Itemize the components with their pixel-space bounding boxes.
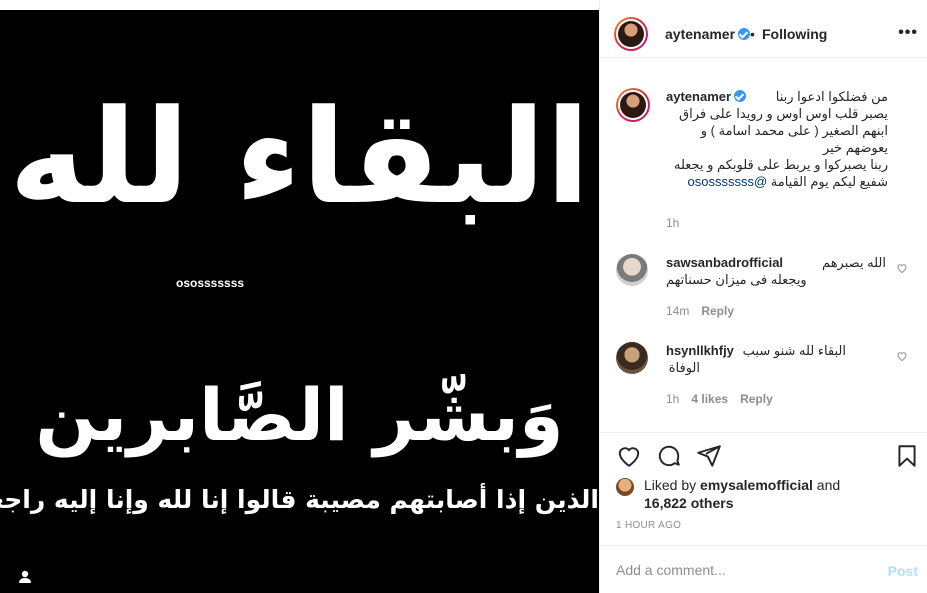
comment-text: hsynllkhfjy البقاء لله شنو سبب الوفاة (666, 342, 886, 376)
person-icon[interactable] (12, 564, 38, 590)
add-comment-bar: Post (600, 545, 927, 593)
likes-text: Liked by emysalemofficial and 16,822 othe… (644, 476, 914, 512)
heart-icon[interactable] (616, 443, 642, 469)
caption-avatar[interactable] (616, 88, 650, 122)
comment-time: 1h (666, 392, 680, 406)
post-side-panel: aytenamer • Following ••• aytenamer من ف… (599, 0, 927, 593)
verified-badge-icon (738, 28, 751, 40)
heart-icon[interactable] (896, 262, 908, 274)
likes-others[interactable]: 16,822 others (644, 495, 734, 511)
comment-time: 14m (666, 304, 690, 318)
caption-line-2: يصبر قلب اوس اوس و رويدا على فراق (679, 106, 888, 121)
comment-text: sawsanbadrofficial الله يصبرهم ويجعله فى… (666, 254, 886, 288)
reply-button[interactable]: Reply (701, 304, 734, 318)
comment-likes[interactable]: 4 likes (691, 392, 728, 406)
separator-dot: • (750, 26, 755, 42)
caption-text: aytenamer من فضلكوا ادعوا ربنا يصبر قلب … (666, 88, 888, 190)
image-text-line-1: البقاء لله (8, 81, 591, 233)
caption-line-5: ربنا يصبركوا و يربط على قلوبكم و يجعله (673, 157, 888, 172)
post-header: aytenamer • Following ••• (600, 10, 927, 58)
caption-mention[interactable]: @ososssssss (687, 174, 767, 189)
caption: aytenamer من فضلكوا ادعوا ربنا يصبر قلب … (616, 88, 916, 238)
share-icon[interactable] (696, 443, 722, 469)
comments-section: aytenamer من فضلكوا ادعوا ربنا يصبر قلب … (600, 58, 927, 432)
image-text-line-3: الذين إذا أصابتهم مصيبة قالوا إنا لله وإ… (0, 485, 599, 514)
instagram-post-view: البقاء لله ososssssss وَبشّر الصَّابرين … (0, 0, 927, 593)
header-username[interactable]: aytenamer (665, 26, 751, 42)
comment-meta: 1h 4 likes Reply (666, 392, 773, 406)
list-item: sawsanbadrofficial الله يصبرهم ويجعله فى… (616, 254, 916, 324)
following-button[interactable]: Following (762, 26, 827, 42)
avatar[interactable] (616, 254, 648, 286)
caption-username[interactable]: aytenamer (666, 88, 731, 105)
avatar[interactable] (614, 17, 648, 51)
posted-time[interactable]: 1 HOUR AGO (616, 520, 681, 531)
heart-icon[interactable] (896, 350, 908, 362)
list-item: hsynllkhfjy البقاء لله شنو سبب الوفاة 1h… (616, 342, 916, 412)
username-text[interactable]: aytenamer (665, 26, 735, 42)
more-icon[interactable]: ••• (898, 24, 918, 42)
caption-line-1: من فضلكوا ادعوا ربنا (775, 89, 888, 104)
comment-icon[interactable] (656, 443, 682, 469)
likes-and: and (816, 477, 841, 493)
bookmark-icon[interactable] (894, 443, 920, 469)
comment-line-1: البقاء لله شنو سبب (742, 343, 846, 358)
tagged-user-label[interactable]: ososssssss (168, 270, 253, 296)
verified-badge-icon (734, 90, 747, 102)
avatar[interactable] (616, 342, 648, 374)
comment-line-2: ويجعله فى ميزان حسناتهم (666, 272, 807, 287)
comment-username[interactable]: hsynllkhfjy (666, 342, 734, 359)
comment-input[interactable] (616, 562, 856, 578)
comment-line-2: الوفاة (668, 360, 700, 375)
caption-line-4: يعوضهم خير (822, 140, 888, 155)
post-image[interactable]: البقاء لله ososssssss وَبشّر الصَّابرين … (0, 10, 599, 593)
caption-time: 1h (666, 216, 680, 230)
reply-button[interactable]: Reply (740, 392, 773, 406)
likes-prefix: Liked by (644, 477, 697, 493)
caption-line-6: شفيع ليكم يوم القيامة (770, 174, 888, 189)
caption-line-6-wrap: شفيع ليكم يوم القيامة @ososssssss (666, 173, 888, 190)
comment-meta: 14m Reply (666, 304, 734, 318)
comment-line-1: الله يصبرهم (822, 255, 886, 270)
image-text-line-2: وَبشّر الصَّابرين (35, 373, 564, 457)
comment-username[interactable]: sawsanbadrofficial (666, 254, 783, 271)
avatar[interactable] (616, 478, 634, 496)
liked-by-user[interactable]: emysalemofficial (700, 477, 813, 493)
post-button[interactable]: Post (888, 563, 918, 579)
caption-line-3: ابنهم الصغير ( على محمد اسامة ) و (700, 123, 888, 138)
